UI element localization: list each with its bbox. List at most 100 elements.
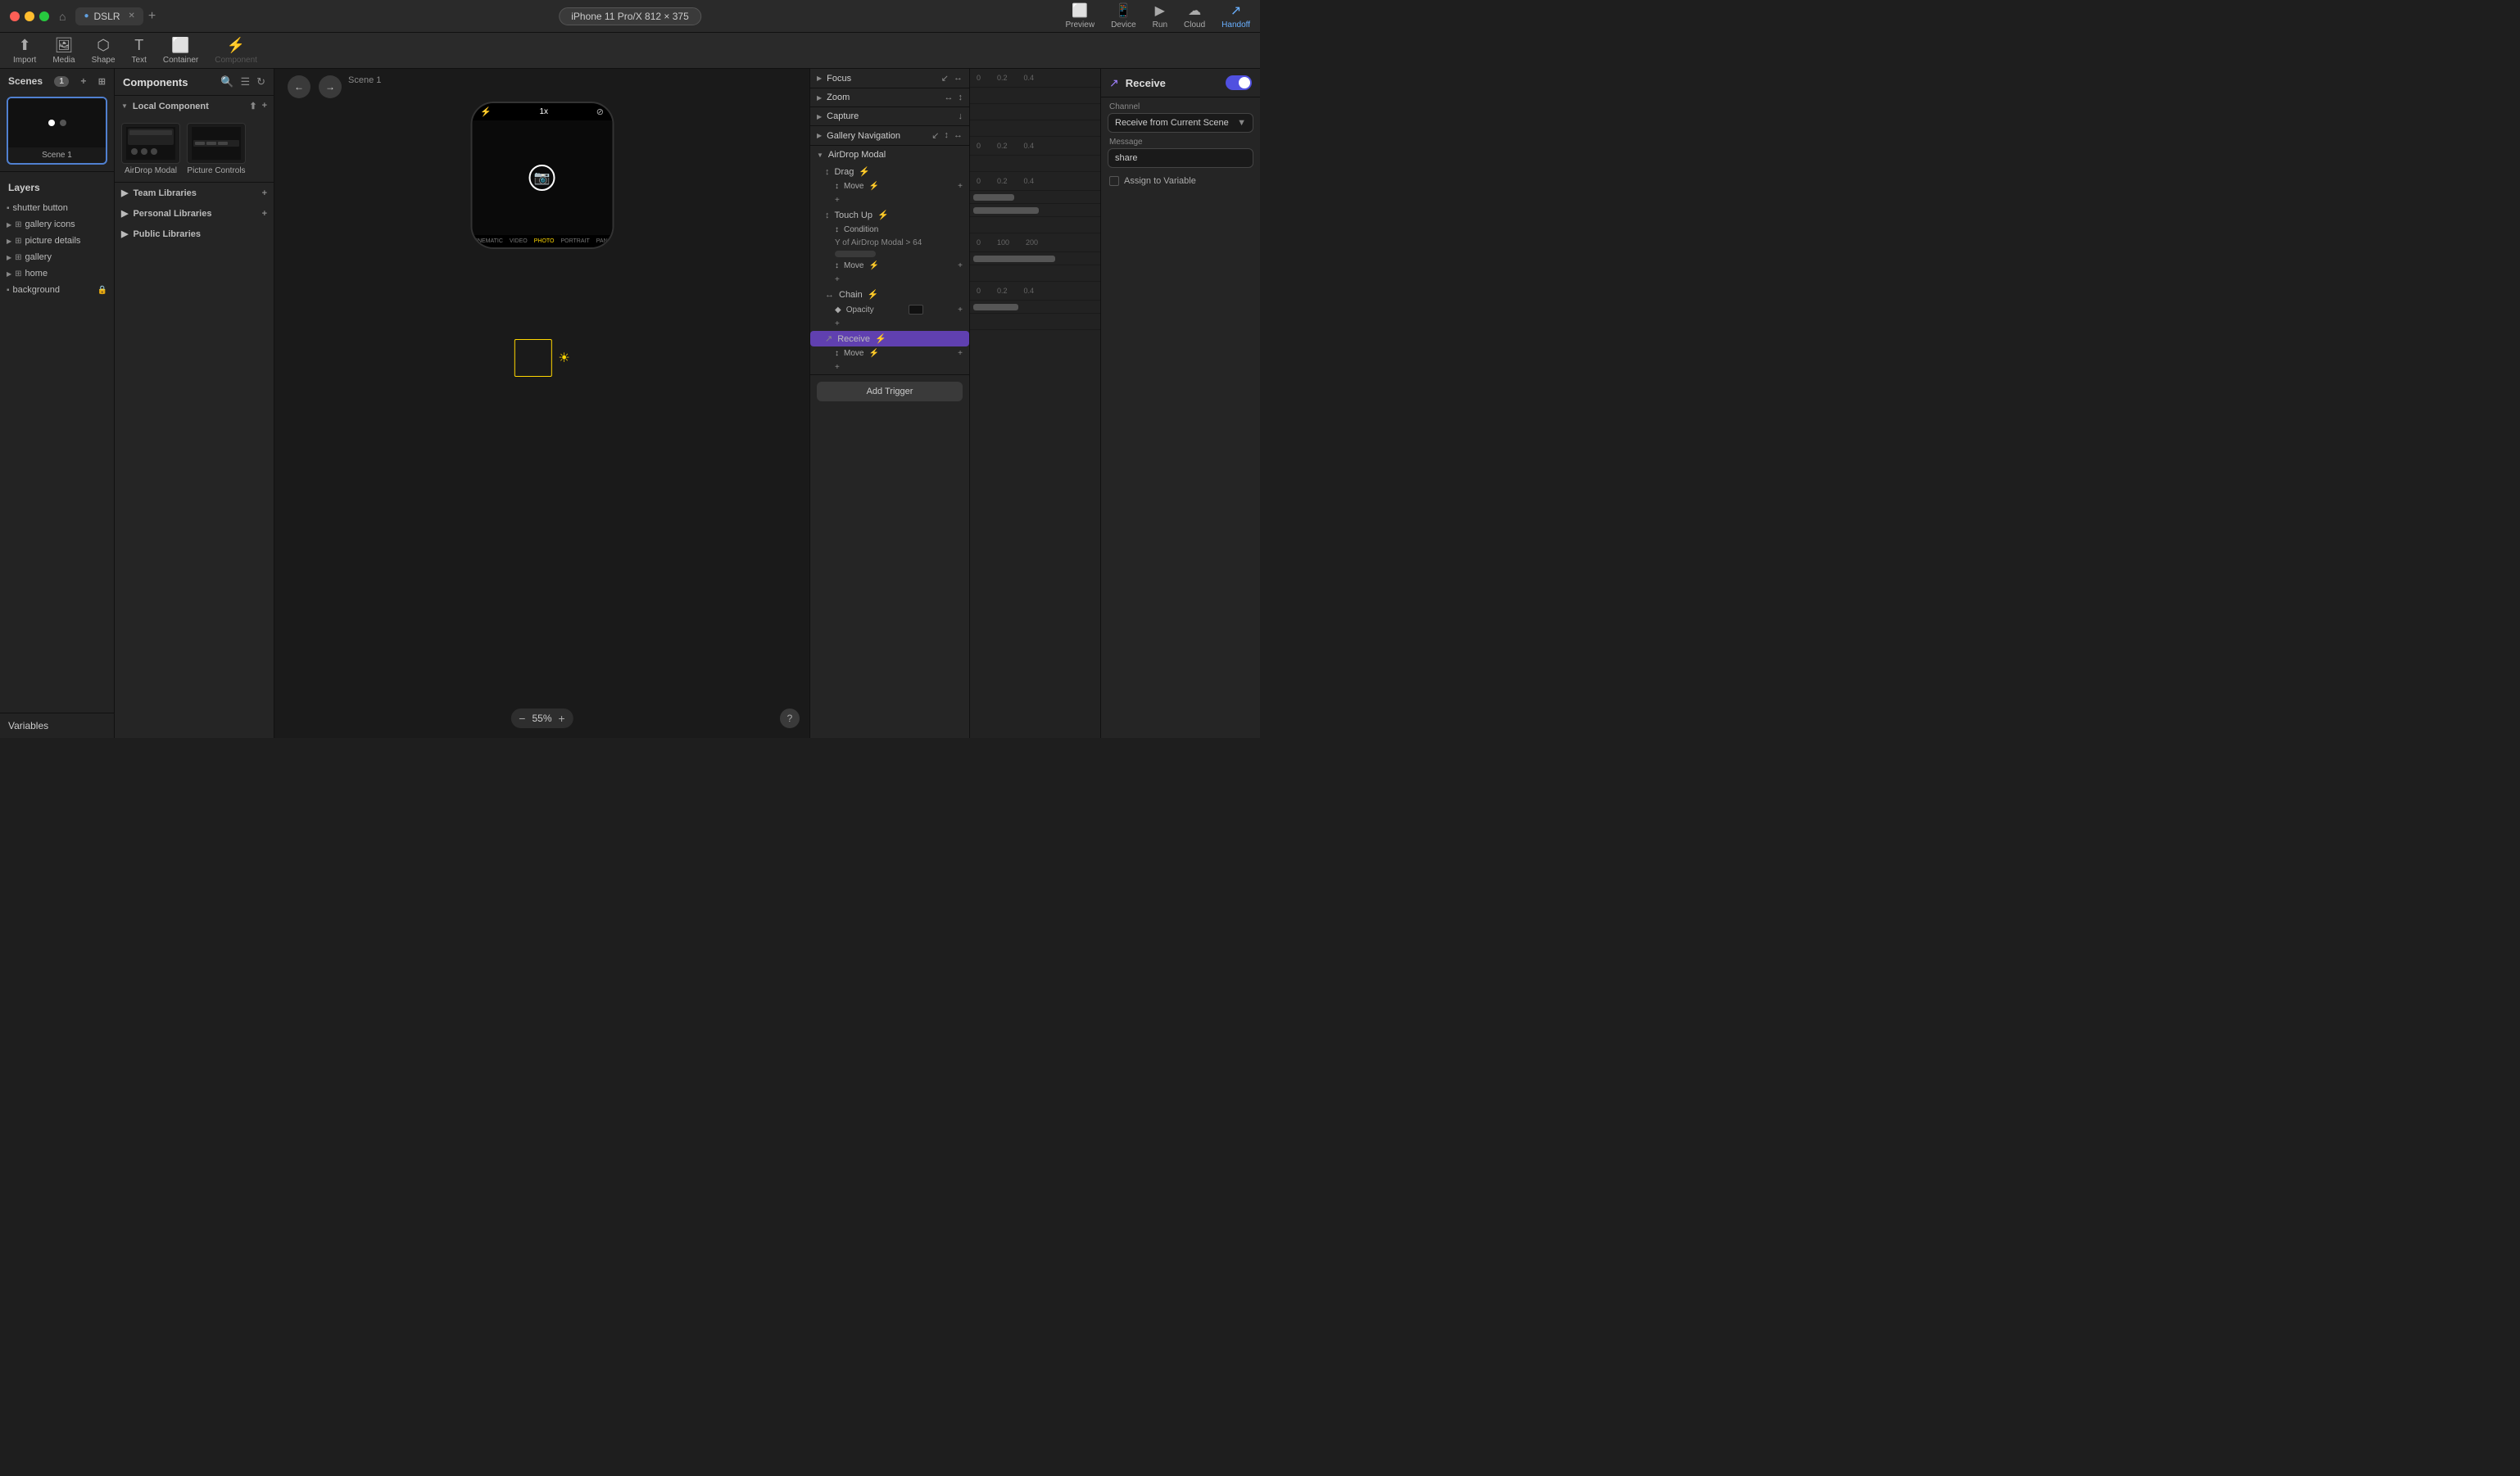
mode-portrait[interactable]: PORTRAIT: [560, 238, 589, 244]
picture-controls-component[interactable]: Picture Controls: [187, 123, 246, 175]
media-tool[interactable]: 🖼 Media: [52, 37, 75, 65]
layer-shutter-button[interactable]: ▪ shutter button: [0, 200, 114, 216]
chain-add-action[interactable]: +: [835, 319, 840, 328]
device-button[interactable]: 📱 Device: [1111, 2, 1136, 29]
airdrop-modal-thumbnail: [121, 123, 180, 164]
import-tool[interactable]: ⬆ Import: [13, 37, 36, 65]
add-personal-library-button[interactable]: +: [262, 209, 267, 219]
message-input[interactable]: share: [1108, 148, 1253, 168]
public-libraries-label: Public Libraries: [133, 229, 201, 239]
add-scene-button[interactable]: +: [80, 75, 86, 87]
scene-1-thumbnail[interactable]: Scene 1: [7, 97, 107, 165]
close-button[interactable]: [10, 11, 20, 21]
zoom-in-button[interactable]: +: [559, 712, 565, 725]
capture-header[interactable]: ▶ Capture ↓: [810, 107, 969, 125]
gallery-nav-section: ▶ Gallery Navigation ↙ ↕ ↔: [810, 126, 969, 146]
receive-header-icon: ↗: [1109, 76, 1119, 90]
channel-select[interactable]: Receive from Current Scene ▼: [1108, 113, 1253, 133]
layer-gallery[interactable]: ▶ ⊞ gallery: [0, 249, 114, 265]
add-team-library-button[interactable]: +: [262, 188, 267, 198]
search-icon[interactable]: 🔍: [220, 75, 233, 88]
container-tool[interactable]: ⬜ Container: [163, 37, 198, 65]
airdrop-modal-component[interactable]: AirDrop Modal: [121, 123, 180, 175]
touch-up-trigger[interactable]: ↕ Touch Up ⚡: [810, 207, 969, 223]
touch-up-add-button[interactable]: +: [958, 261, 963, 270]
scale-r0.2: 0.2: [997, 287, 1008, 295]
scale-0.4: 0.4: [1024, 74, 1035, 82]
receive-trigger[interactable]: ↗ Receive ⚡: [810, 331, 969, 346]
assign-variable-checkbox[interactable]: [1109, 176, 1119, 186]
mode-pano[interactable]: PANO: [596, 238, 612, 244]
canvas-back-button[interactable]: ←: [288, 75, 310, 98]
zoom-out-button[interactable]: −: [519, 712, 525, 725]
minimize-button[interactable]: [25, 11, 34, 21]
preview-button[interactable]: ⬜ Preview: [1066, 2, 1095, 29]
refresh-icon[interactable]: ↻: [256, 75, 265, 88]
drag-trigger[interactable]: ↕ Drag ⚡: [810, 164, 969, 179]
upload-icon[interactable]: ⬆: [249, 101, 256, 111]
layer-home[interactable]: ▶ ⊞ home: [0, 265, 114, 282]
add-component-button[interactable]: +: [262, 101, 267, 111]
close-tab-icon[interactable]: ✕: [129, 11, 135, 20]
mode-photo[interactable]: PHOTO: [534, 238, 555, 244]
public-libraries-section[interactable]: ▶ Public Libraries: [115, 224, 274, 244]
camera-shutter-icon[interactable]: 📷: [529, 165, 555, 191]
canvas-forward-button[interactable]: →: [319, 75, 342, 98]
personal-libraries-section[interactable]: ▶ Personal Libraries +: [115, 203, 274, 224]
receive-lightning: ⚡: [875, 333, 886, 344]
drag-trigger-label: Drag: [835, 167, 854, 177]
zoom-label: Zoom: [827, 93, 939, 102]
layer-name-picture-details: picture details: [25, 236, 81, 246]
text-tool[interactable]: T Text: [132, 37, 147, 65]
condition-timeline-bar: [835, 251, 876, 257]
layer-gallery-icons[interactable]: ▶ ⊞ gallery icons: [0, 216, 114, 233]
drag-move-action[interactable]: ↕ Move ⚡ +: [810, 179, 969, 193]
mode-video[interactable]: VIDEO: [510, 238, 528, 244]
chain-trigger[interactable]: ↔ Chain ⚡: [810, 287, 969, 302]
gallery-nav-arrow-icon: ▶: [817, 132, 822, 139]
shape-label: Shape: [92, 56, 116, 65]
local-component-header[interactable]: ▼ Local Component ⬆ +: [115, 96, 274, 116]
chain-add-button[interactable]: +: [958, 306, 963, 315]
touch-up-add-action[interactable]: +: [835, 275, 840, 284]
mode-cinematic[interactable]: CINEMATIC: [472, 238, 503, 244]
touch-up-move-action[interactable]: ↕ Move ⚡ +: [810, 259, 969, 273]
airdrop-modal-header[interactable]: ▼ AirDrop Modal: [810, 146, 969, 164]
canvas-area[interactable]: ← → Scene 1 ⚡ 1x ⊘ 📷 CINEMATIC: [274, 69, 809, 738]
drag-add-button[interactable]: +: [958, 182, 963, 191]
handoff-button[interactable]: ↗ Handoff: [1221, 2, 1250, 29]
list-view-icon[interactable]: ☰: [240, 75, 250, 88]
receive-move-action[interactable]: ↕ Move ⚡ +: [810, 346, 969, 360]
gallery-nav-header[interactable]: ▶ Gallery Navigation ↙ ↕ ↔: [810, 126, 969, 145]
layer-background[interactable]: ▪ background 🔒: [0, 282, 114, 298]
home-icon[interactable]: ⌂: [59, 10, 66, 23]
team-libraries-section[interactable]: ▶ Team Libraries +: [115, 183, 274, 203]
opacity-action[interactable]: ◆ Opacity +: [810, 302, 969, 317]
layer-picture-details[interactable]: ▶ ⊞ picture details: [0, 233, 114, 249]
local-component-section: ▼ Local Component ⬆ +: [115, 96, 274, 183]
run-label: Run: [1153, 20, 1167, 29]
zoom-header[interactable]: ▶ Zoom ↔ ↕: [810, 88, 969, 106]
add-trigger-button[interactable]: Add Trigger: [817, 382, 963, 401]
chevron-right-icon-2: ▶: [121, 208, 128, 219]
chain-add-row: +: [810, 317, 969, 331]
team-libraries-actions: +: [262, 188, 267, 198]
handoff-icon: ↗: [1231, 2, 1241, 19]
shape-tool[interactable]: ⬡ Shape: [92, 37, 116, 65]
receive-toggle[interactable]: [1226, 75, 1252, 90]
cloud-button[interactable]: ☁ Cloud: [1184, 2, 1205, 29]
focus-header[interactable]: ▶ Focus ↙ ↔: [810, 69, 969, 88]
touch-up-move-lightning: ⚡: [868, 261, 878, 270]
zoom-icon-1: ↔: [945, 93, 954, 102]
drag-add-action[interactable]: +: [835, 196, 840, 205]
new-tab-button[interactable]: +: [148, 9, 156, 24]
run-button[interactable]: ▶ Run: [1153, 2, 1167, 29]
active-tab[interactable]: ● DSLR ✕: [75, 7, 143, 25]
component-tool[interactable]: ⚡ Component: [215, 37, 257, 65]
help-button[interactable]: ?: [780, 709, 800, 728]
scale-g0: 0: [977, 142, 981, 150]
zoom-level: 1x: [539, 107, 548, 116]
maximize-button[interactable]: [39, 11, 49, 21]
receive-add-button[interactable]: +: [958, 349, 963, 358]
receive-add-action[interactable]: +: [835, 363, 840, 372]
